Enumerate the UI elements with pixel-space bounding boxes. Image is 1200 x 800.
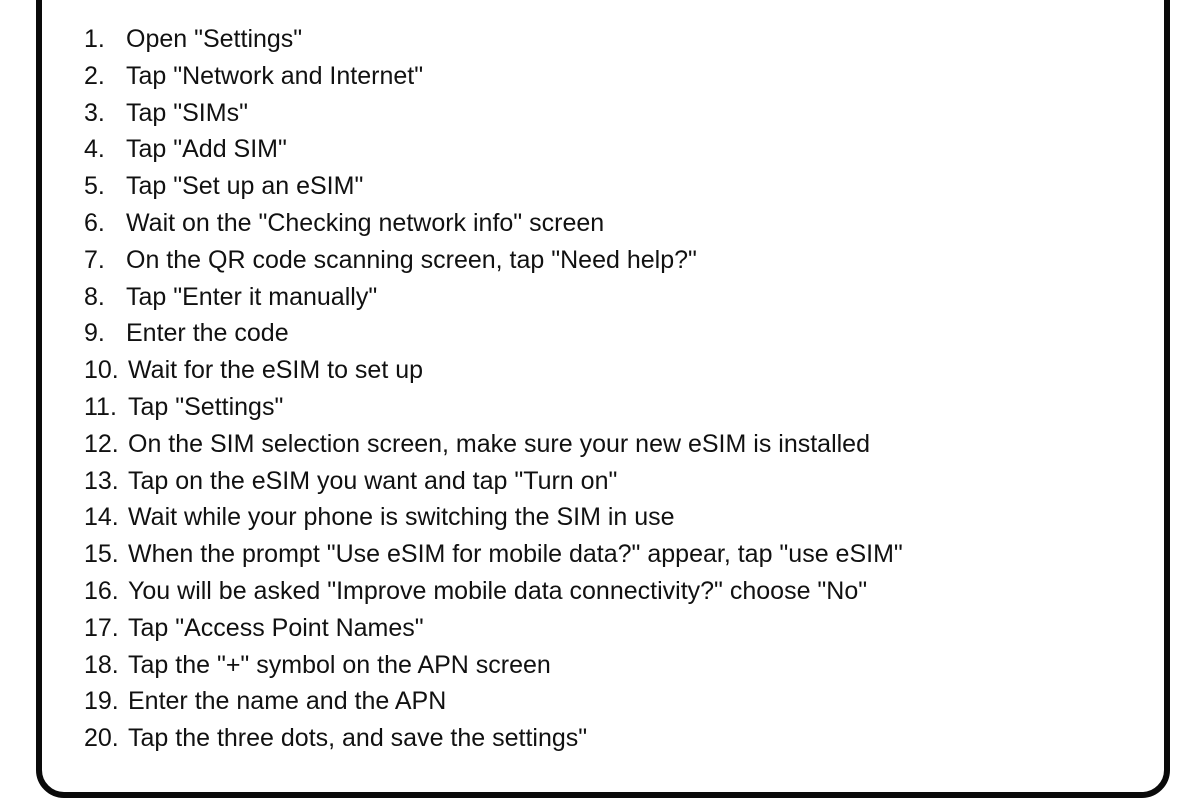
step-text: Tap "Settings" [128,392,284,421]
step-text: Tap the "+" symbol on the APN screen [128,650,551,679]
step-item: 19. Enter the name and the APN [84,683,903,720]
step-number: 10. [84,356,119,385]
step-text: Tap "Add SIM" [126,135,287,164]
step-text: Tap on the eSIM you want and tap "Turn o… [128,466,618,495]
step-item: 20. Tap the three dots, and save the set… [84,720,903,757]
step-number: 18. [84,650,119,679]
step-number: 11. [84,392,117,421]
step-item: 5. Tap "Set up an eSIM" [84,168,903,205]
step-number: 14. [84,503,119,532]
step-item: 11. Tap "Settings" [84,389,903,426]
step-number: 17. [84,613,119,642]
step-item: 7. On the QR code scanning screen, tap "… [84,242,903,279]
step-number: 15. [84,540,119,569]
step-text: Wait for the eSIM to set up [128,356,424,385]
step-number: 20. [84,724,119,753]
step-text: Tap "Network and Internet" [126,61,424,90]
step-item: 16. You will be asked "Improve mobile da… [84,573,903,610]
step-number: 4. [84,135,105,164]
step-number: 9. [84,319,105,348]
step-text: Wait on the "Checking network info" scre… [126,208,605,237]
step-item: 9. Enter the code [84,315,903,352]
step-item: 13. Tap on the eSIM you want and tap "Tu… [84,463,903,500]
step-item: 18. Tap the "+" symbol on the APN screen [84,647,903,684]
step-item: 8. Tap "Enter it manually" [84,279,903,316]
step-text: Tap "Access Point Names" [128,613,424,642]
step-text: When the prompt "Use eSIM for mobile dat… [128,540,903,569]
step-text: Tap "Enter it manually" [126,282,378,311]
step-item: 6. Wait on the "Checking network info" s… [84,205,903,242]
esim-setup-steps: 1. Open "Settings" 2. Tap "Network and I… [84,21,903,757]
step-text: You will be asked "Improve mobile data c… [128,576,868,605]
step-number: 8. [84,282,105,311]
step-number: 3. [84,98,105,127]
step-number: 7. [84,245,105,274]
step-number: 6. [84,208,105,237]
step-text: Open "Settings" [126,25,303,53]
step-item: 17. Tap "Access Point Names" [84,610,903,647]
step-item: 2. Tap "Network and Internet" [84,58,903,95]
step-number: 13. [84,466,119,495]
step-item: 10. Wait for the eSIM to set up [84,352,903,389]
step-text: On the SIM selection screen, make sure y… [128,429,870,458]
step-number: 16. [84,576,119,605]
step-number: 12. [84,429,119,458]
step-text: On the QR code scanning screen, tap "Nee… [126,245,697,274]
step-text: Enter the code [126,319,289,348]
step-item: 14. Wait while your phone is switching t… [84,499,903,536]
step-text: Enter the name and the APN [128,687,447,716]
step-text: Tap "SIMs" [126,98,248,127]
step-item: 1. Open "Settings" [84,21,903,58]
step-text: Tap "Set up an eSIM" [126,172,364,201]
step-item: 3. Tap "SIMs" [84,95,903,132]
step-text: Tap the three dots, and save the setting… [128,724,588,753]
step-number: 1. [84,25,105,53]
step-number: 2. [84,61,105,90]
step-number: 5. [84,172,105,201]
step-number: 19. [84,687,119,716]
step-item: 12. On the SIM selection screen, make su… [84,426,903,463]
step-text: Wait while your phone is switching the S… [128,503,675,532]
step-item: 4. Tap "Add SIM" [84,131,903,168]
step-item: 15. When the prompt "Use eSIM for mobile… [84,536,903,573]
